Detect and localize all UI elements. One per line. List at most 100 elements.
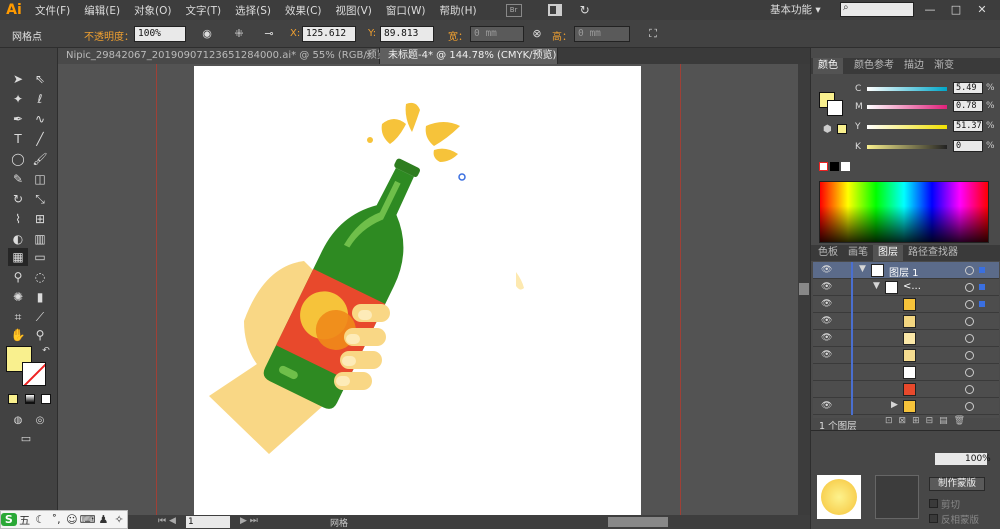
menu-file[interactable]: 文件(F): [28, 3, 77, 18]
menu-help[interactable]: 帮助(H): [433, 3, 484, 18]
layer-row[interactable]: 👁 ▼ <...: [813, 279, 999, 296]
target-icon[interactable]: [965, 334, 974, 343]
opacity-field[interactable]: 100%: [935, 453, 991, 465]
visibility-eye-icon[interactable]: 👁: [821, 316, 832, 326]
pen-tool-icon[interactable]: ✒: [8, 110, 28, 128]
gradient-tool-icon[interactable]: ▭: [30, 248, 50, 266]
tab-stroke[interactable]: 描边: [899, 58, 929, 74]
eyedropper-tool-icon[interactable]: ⚲: [8, 268, 28, 286]
artboard[interactable]: [194, 66, 641, 515]
yellow-slider[interactable]: [867, 125, 947, 129]
perspective-grid-tool-icon[interactable]: ▥: [30, 230, 50, 248]
eraser-tool-icon[interactable]: ◫: [30, 170, 50, 188]
target-icon[interactable]: [965, 385, 974, 394]
visibility-eye-icon[interactable]: 👁: [821, 401, 832, 411]
yellow-input[interactable]: 51.37: [953, 120, 983, 132]
vertical-scrollbar[interactable]: [798, 64, 810, 515]
tab-color-guide[interactable]: 颜色参考: [849, 58, 899, 74]
visibility-eye-icon[interactable]: 👁: [821, 350, 832, 360]
menu-select[interactable]: 选择(S): [228, 3, 278, 18]
skin-icon[interactable]: ♟: [96, 513, 112, 526]
isolate-icon[interactable]: ⛶: [646, 27, 660, 41]
moon-icon[interactable]: ☾: [32, 513, 48, 526]
x-input[interactable]: 125.612: [302, 26, 356, 42]
target-icon[interactable]: [965, 368, 974, 377]
punctuation-icon[interactable]: ˚,: [48, 513, 64, 526]
color-mode-buttons[interactable]: [8, 394, 52, 406]
menu-window[interactable]: 窗口(W): [379, 3, 433, 18]
close-tab-icon[interactable]: ×: [365, 48, 373, 64]
mesh-tool-icon[interactable]: ▦: [8, 248, 28, 266]
magenta-slider[interactable]: [867, 105, 947, 109]
direct-selection-tool-icon[interactable]: ⇖: [30, 70, 50, 88]
target-icon[interactable]: [965, 317, 974, 326]
maximize-button[interactable]: □: [946, 3, 966, 17]
selection-tool-icon[interactable]: ➤: [8, 70, 28, 88]
layer-row[interactable]: [813, 364, 999, 381]
tab-swatches[interactable]: 色板: [813, 245, 843, 261]
tab-gradient[interactable]: 渐变: [929, 58, 959, 74]
height-input[interactable]: 0 mm: [574, 26, 630, 42]
column-graph-tool-icon[interactable]: ▮: [30, 288, 50, 306]
panel-stroke-swatch[interactable]: [827, 100, 843, 116]
layer-row[interactable]: 👁 ▶: [813, 398, 999, 415]
menu-edit[interactable]: 编辑(E): [77, 3, 127, 18]
layer-row[interactable]: 👁: [813, 296, 999, 313]
target-icon[interactable]: [965, 283, 974, 292]
vertical-scroll-thumb[interactable]: [799, 283, 809, 295]
tab-layers[interactable]: 图层: [873, 245, 903, 261]
visibility-eye-icon[interactable]: 👁: [821, 282, 832, 292]
workspace-switcher[interactable]: 基本功能 ▾: [770, 2, 821, 17]
layer-row[interactable]: 👁: [813, 347, 999, 364]
arrange-documents-icon[interactable]: [547, 4, 562, 16]
curvature-tool-icon[interactable]: ∿: [30, 110, 50, 128]
page-prev-icon[interactable]: ⏮ ◀: [158, 516, 176, 526]
splash-dot[interactable]: [367, 137, 373, 143]
target-icon[interactable]: [965, 402, 974, 411]
tab-pathfinder[interactable]: 路径查找器: [903, 245, 963, 261]
symbol-sprayer-tool-icon[interactable]: ✺: [8, 288, 28, 306]
warp-tool-icon[interactable]: ⌇: [8, 210, 28, 228]
white-swatch[interactable]: [841, 162, 850, 171]
black-input[interactable]: 0: [953, 140, 983, 152]
none-swatch[interactable]: [819, 162, 828, 171]
stroke-color-swatch[interactable]: [22, 362, 46, 386]
shape-builder-tool-icon[interactable]: ◐: [8, 230, 28, 248]
line-tool-icon[interactable]: ╱: [30, 130, 50, 148]
expand-arrow-icon[interactable]: ▶: [891, 400, 898, 410]
width-input[interactable]: 0 mm: [470, 26, 524, 42]
layers-footer-icons[interactable]: ⊡⊠⊞⊟▤🗑: [885, 416, 971, 426]
menu-view[interactable]: 视图(V): [329, 3, 379, 18]
group-name[interactable]: <...: [903, 281, 921, 292]
tab-brushes[interactable]: 画笔: [843, 245, 873, 261]
draw-mode-icon[interactable]: ◍: [8, 412, 28, 430]
slice-tool-icon[interactable]: ⟋: [30, 308, 50, 326]
tab-nipic-document[interactable]: Nipic_29842067_20190907123651284000.ai* …: [58, 48, 391, 64]
search-input[interactable]: ⌕: [840, 2, 914, 17]
keyboard-icon[interactable]: ⌨: [80, 513, 96, 526]
artboard-tool-icon[interactable]: ⌗: [8, 308, 28, 326]
bridge-icon[interactable]: Br: [505, 3, 522, 17]
draw-inside-icon[interactable]: ◎: [30, 412, 50, 430]
recolor-icon[interactable]: ◉: [200, 27, 214, 41]
gamut-swatch[interactable]: [837, 124, 847, 134]
screen-mode-icon[interactable]: ▭: [16, 430, 36, 448]
link-proportions-icon[interactable]: ⊗: [530, 27, 544, 41]
expand-arrow-icon[interactable]: ▼: [859, 264, 866, 274]
anchor-convert-icon[interactable]: ⊸: [262, 27, 276, 41]
blend-tool-icon[interactable]: ◌: [30, 268, 50, 286]
paintbrush-tool-icon[interactable]: 🖌: [30, 150, 50, 168]
hand-tool-icon[interactable]: ✋: [8, 326, 28, 344]
ime-mode-label[interactable]: 五: [17, 512, 33, 528]
swap-colors-icon[interactable]: ↶: [36, 342, 56, 360]
splash-drop[interactable]: [381, 119, 406, 144]
layer-name[interactable]: 图层 1: [889, 264, 919, 279]
gpu-preview-icon[interactable]: ↻: [580, 3, 590, 17]
free-transform-tool-icon[interactable]: ⊞: [30, 210, 50, 228]
page-next-icon[interactable]: ▶ ⏭: [240, 516, 258, 526]
target-icon[interactable]: [965, 300, 974, 309]
target-icon[interactable]: [965, 266, 974, 275]
splash-drop[interactable]: [433, 148, 458, 162]
target-icon[interactable]: [965, 351, 974, 360]
lasso-tool-icon[interactable]: ℓ: [30, 90, 50, 108]
